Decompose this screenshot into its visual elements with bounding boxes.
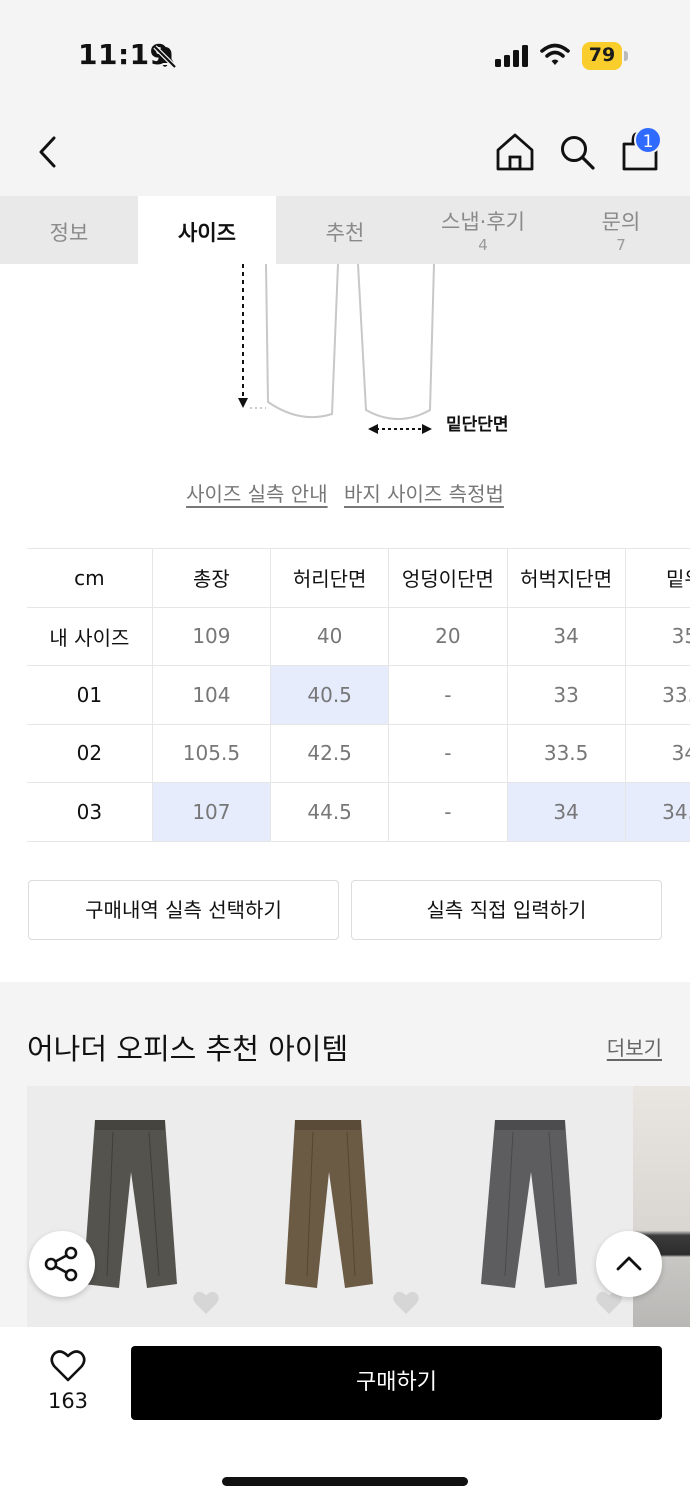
see-more-link[interactable]: 더보기 xyxy=(607,1032,662,1061)
table-row: 02 105.5 42.5 - 33.5 34 xyxy=(27,724,690,783)
table-cell: 33 xyxy=(507,665,626,725)
cellular-signal-icon xyxy=(495,45,528,67)
table-cell: 42.5 xyxy=(270,724,390,783)
row-label: 02 xyxy=(27,724,153,783)
table-cell: 20 xyxy=(388,607,508,666)
tab-recommend[interactable]: 추천 xyxy=(276,196,414,264)
table-row: 01 104 40.5 - 33 33.5 xyxy=(27,665,690,725)
cart-count-badge: 1 xyxy=(634,126,662,154)
tab-label: 문의 xyxy=(601,210,641,234)
table-header-cell: 총장 xyxy=(152,548,272,608)
section-title: 어나더 오피스 추천 아이템 xyxy=(27,1032,349,1066)
table-cell: 109 xyxy=(152,607,272,666)
wifi-icon xyxy=(540,43,570,65)
table-row: 03 107 44.5 - 34 34.5 xyxy=(27,782,690,842)
share-button[interactable] xyxy=(29,1231,95,1297)
tab-count: 7 xyxy=(616,236,626,254)
table-cell: 35 xyxy=(625,607,690,666)
tab-label: 정보 xyxy=(49,221,89,245)
status-bar: 11:19 79 xyxy=(0,0,690,100)
tab-inquiry[interactable]: 문의 7 xyxy=(552,196,690,264)
size-table: cm 총장 허리단면 엉덩이단면 허벅지단면 밑위 내 사이즈 109 40 2… xyxy=(27,548,690,842)
tab-label: 스냅·후기 xyxy=(441,210,525,234)
size-guide-link[interactable]: 사이즈 실측 안내 xyxy=(186,482,328,506)
heart-outline-icon[interactable] xyxy=(50,1349,86,1383)
tab-label: 사이즈 xyxy=(178,221,236,245)
table-cell: 33.5 xyxy=(507,724,626,783)
table-row: 내 사이즈 109 40 20 34 35 xyxy=(27,607,690,666)
manual-measure-input-button[interactable]: 실측 직접 입력하기 xyxy=(351,880,662,940)
home-icon[interactable] xyxy=(494,132,536,172)
tab-size[interactable]: 사이즈 xyxy=(138,196,276,264)
select-purchase-measure-button[interactable]: 구매내역 실측 선택하기 xyxy=(28,880,339,940)
scroll-top-button[interactable] xyxy=(596,1231,662,1297)
chevron-up-icon xyxy=(616,1256,642,1271)
heart-icon[interactable] xyxy=(192,1290,220,1316)
size-guide-links: 사이즈 실측 안내 바지 사이즈 측정법 xyxy=(0,478,690,507)
buy-button[interactable]: 구매하기 xyxy=(131,1346,662,1420)
hem-label: 밑단단면 xyxy=(446,415,509,435)
battery-level: 79 xyxy=(588,44,616,66)
pants-measure-link[interactable]: 바지 사이즈 측정법 xyxy=(344,482,504,506)
table-header-cell: 엉덩이단면 xyxy=(388,548,508,608)
heart-icon[interactable] xyxy=(392,1290,420,1316)
like-count: 163 xyxy=(47,1389,89,1413)
table-cell-highlighted: 40.5 xyxy=(270,665,390,725)
recommendation-section: 어나더 오피스 추천 아이템 더보기 xyxy=(0,982,690,1327)
table-header-cell: 허벅지단면 xyxy=(507,548,626,608)
bell-slash-icon xyxy=(153,45,177,69)
size-table-container[interactable]: cm 총장 허리단면 엉덩이단면 허벅지단면 밑위 내 사이즈 109 40 2… xyxy=(27,548,690,842)
pants-measure-diagram: 밑단단면 xyxy=(0,263,690,444)
tab-snap-review[interactable]: 스냅·후기 4 xyxy=(414,196,552,264)
share-icon xyxy=(44,1246,78,1282)
product-tabs: 정보 사이즈 추천 스냅·후기 4 문의 7 xyxy=(0,196,690,264)
table-cell: - xyxy=(388,724,508,783)
table-cell-highlighted: 107 xyxy=(152,782,272,842)
table-cell: 44.5 xyxy=(270,782,390,842)
tab-label: 추천 xyxy=(325,221,365,245)
table-cell: - xyxy=(388,665,508,725)
battery-indicator: 79 xyxy=(582,42,628,70)
table-header-cell: 허리단면 xyxy=(270,548,390,608)
row-label: 01 xyxy=(27,665,153,725)
table-header-cell: cm xyxy=(27,548,153,608)
tab-count: 4 xyxy=(478,236,488,254)
table-cell: 34 xyxy=(625,724,690,783)
table-cell: 104 xyxy=(152,665,272,725)
bottom-action-bar: 163 구매하기 xyxy=(0,1327,690,1500)
table-header-row: cm 총장 허리단면 엉덩이단면 허벅지단면 밑위 xyxy=(27,548,690,608)
search-icon[interactable] xyxy=(558,133,596,171)
product-carousel[interactable] xyxy=(27,1086,690,1327)
table-header-cell: 밑위 xyxy=(625,548,690,608)
back-arrow-icon[interactable] xyxy=(34,134,64,170)
row-label: 03 xyxy=(27,782,153,842)
pants-outline-illustration xyxy=(238,263,435,434)
table-cell: 33.5 xyxy=(625,665,690,725)
table-cell: 40 xyxy=(270,607,390,666)
row-label: 내 사이즈 xyxy=(27,607,153,666)
table-cell: 105.5 xyxy=(152,724,272,783)
table-cell-highlighted: 34 xyxy=(507,782,626,842)
product-card[interactable] xyxy=(227,1086,427,1327)
tab-info[interactable]: 정보 xyxy=(0,196,138,264)
home-indicator xyxy=(222,1477,468,1486)
table-cell: 34 xyxy=(507,607,626,666)
table-cell-highlighted: 34.5 xyxy=(625,782,690,842)
table-cell: - xyxy=(388,782,508,842)
app-header: 1 xyxy=(0,100,690,196)
